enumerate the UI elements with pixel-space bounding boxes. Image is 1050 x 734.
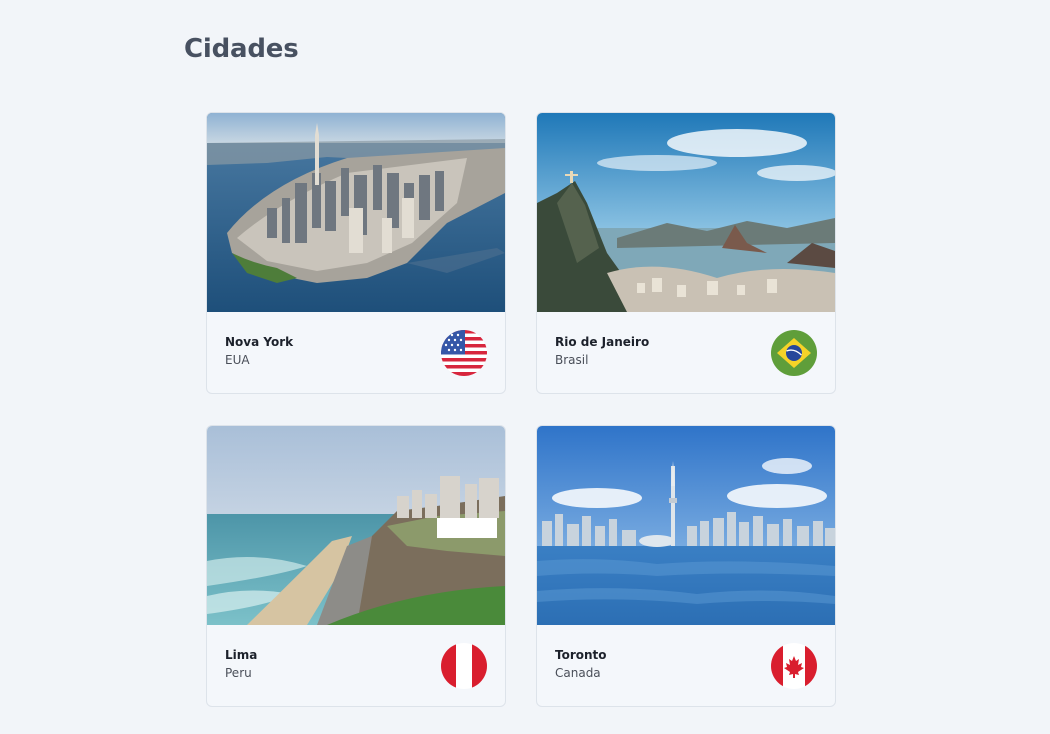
country-name: Peru bbox=[225, 666, 252, 680]
rio-de-janeiro-landscape-photo bbox=[537, 113, 835, 312]
city-card-rio-de-janeiro[interactable]: Rio de Janeiro Brasil bbox=[536, 112, 836, 394]
new-york-skyline-photo bbox=[207, 113, 505, 312]
country-name: EUA bbox=[225, 353, 250, 367]
city-info: Nova York EUA bbox=[225, 333, 293, 369]
city-name: Toronto bbox=[555, 648, 607, 662]
peru-flag-icon bbox=[441, 643, 487, 689]
city-name: Nova York bbox=[225, 335, 294, 349]
page-title: Cidades bbox=[184, 34, 299, 64]
city-name: Lima bbox=[225, 648, 258, 662]
city-card-nova-york[interactable]: Nova York EUA bbox=[206, 112, 506, 394]
city-grid: Nova York EUA Rio de Janeiro Brasil Lima… bbox=[206, 112, 836, 707]
city-card-lima[interactable]: Lima Peru bbox=[206, 425, 506, 707]
country-name: Brasil bbox=[555, 353, 589, 367]
lima-coastline-photo bbox=[207, 426, 505, 625]
brazil-flag-icon bbox=[771, 330, 817, 376]
usa-flag-icon bbox=[441, 330, 487, 376]
country-name: Canada bbox=[555, 666, 601, 680]
city-info: Toronto Canada bbox=[555, 646, 607, 682]
toronto-skyline-photo bbox=[537, 426, 835, 625]
city-card-toronto[interactable]: Toronto Canada bbox=[536, 425, 836, 707]
canada-flag-icon bbox=[771, 643, 817, 689]
city-name: Rio de Janeiro bbox=[555, 335, 650, 349]
city-info: Rio de Janeiro Brasil bbox=[555, 333, 649, 369]
city-info: Lima Peru bbox=[225, 646, 257, 682]
